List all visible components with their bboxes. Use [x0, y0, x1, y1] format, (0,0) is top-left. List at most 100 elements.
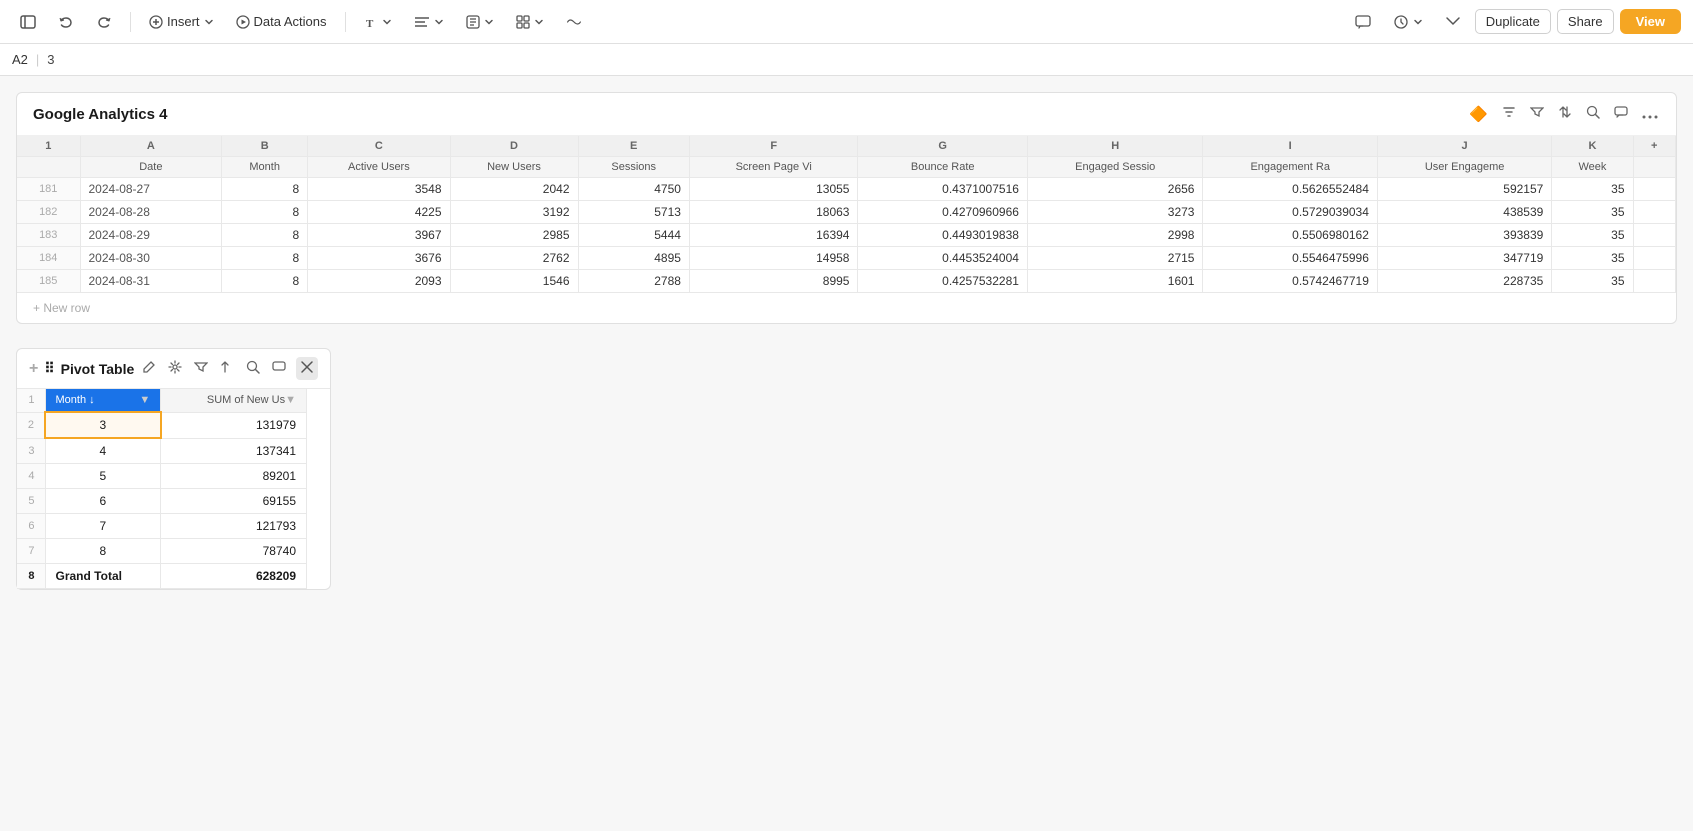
pivot-customize-icon[interactable]	[166, 358, 184, 379]
pivot-sum-cell[interactable]: 137341	[161, 438, 307, 464]
engagement-rate-cell[interactable]: 0.5742467719	[1203, 270, 1377, 293]
bounce-rate-cell[interactable]: 0.4453524004	[858, 247, 1027, 270]
sessions-cell[interactable]: 2788	[578, 270, 689, 293]
screen-page-cell[interactable]: 13055	[689, 178, 858, 201]
pivot-month-cell[interactable]: 6	[45, 489, 161, 514]
undo-button[interactable]	[50, 10, 82, 34]
sessions-cell[interactable]: 5713	[578, 201, 689, 224]
active-users-cell[interactable]: 4225	[308, 201, 450, 224]
pivot-comment-icon[interactable]	[270, 358, 288, 379]
pivot-sum-cell[interactable]: 121793	[161, 514, 307, 539]
user-engagement-cell[interactable]: 347719	[1377, 247, 1551, 270]
comment2-icon[interactable]	[1612, 103, 1630, 125]
bounce-rate-cell[interactable]: 0.4270960966	[858, 201, 1027, 224]
pivot-drag-handle[interactable]: ⠿	[44, 360, 54, 377]
format-button[interactable]	[458, 11, 502, 33]
week-cell[interactable]: 35	[1552, 178, 1633, 201]
active-users-cell[interactable]: 3548	[308, 178, 450, 201]
new-row-button[interactable]: + New row	[17, 293, 1676, 323]
font-button[interactable]: T	[356, 11, 400, 33]
comment-button[interactable]	[1347, 10, 1379, 34]
user-engagement-cell[interactable]: 438539	[1377, 201, 1551, 224]
month-cell[interactable]: 8	[222, 201, 308, 224]
more-options-icon[interactable]	[1640, 104, 1660, 125]
history-button[interactable]	[1385, 10, 1431, 34]
week-cell[interactable]: 35	[1552, 201, 1633, 224]
bounce-rate-cell[interactable]: 0.4371007516	[858, 178, 1027, 201]
week-cell[interactable]: 35	[1552, 247, 1633, 270]
pivot-sum-cell[interactable]: 78740	[161, 539, 307, 564]
date-cell[interactable]: 2024-08-29	[80, 224, 222, 247]
present-button[interactable]	[1437, 10, 1469, 34]
engaged-sessions-cell[interactable]: 2715	[1027, 247, 1203, 270]
date-cell[interactable]: 2024-08-28	[80, 201, 222, 224]
engaged-sessions-cell[interactable]: 2998	[1027, 224, 1203, 247]
pivot-col-b-dropdown[interactable]: ▼	[285, 394, 296, 406]
date-cell[interactable]: 2024-08-30	[80, 247, 222, 270]
date-cell[interactable]: 2024-08-27	[80, 178, 222, 201]
engagement-rate-cell[interactable]: 0.5506980162	[1203, 224, 1377, 247]
flame-icon[interactable]: 🔶	[1467, 103, 1490, 125]
bounce-rate-cell[interactable]: 0.4257532281	[858, 270, 1027, 293]
screen-page-cell[interactable]: 16394	[689, 224, 858, 247]
month-cell[interactable]: 8	[222, 178, 308, 201]
col-plus-header[interactable]: +	[1633, 136, 1675, 157]
insert-button[interactable]: Insert	[141, 10, 222, 33]
new-users-cell[interactable]: 2762	[450, 247, 578, 270]
engagement-rate-cell[interactable]: 0.5546475996	[1203, 247, 1377, 270]
pivot-edit-icon[interactable]	[140, 358, 158, 379]
active-users-cell[interactable]: 2093	[308, 270, 450, 293]
filter-icon[interactable]	[1528, 103, 1546, 125]
active-users-cell[interactable]: 3967	[308, 224, 450, 247]
sort-icon[interactable]	[1556, 103, 1574, 125]
user-engagement-cell[interactable]: 393839	[1377, 224, 1551, 247]
pivot-col-b-header[interactable]: SUM of New Us ▼	[161, 389, 307, 412]
week-cell[interactable]: 35	[1552, 270, 1633, 293]
customize-icon[interactable]	[1500, 103, 1518, 125]
pivot-more-icon[interactable]	[296, 357, 318, 380]
search-icon[interactable]	[1584, 103, 1602, 125]
week-cell[interactable]: 35	[1552, 224, 1633, 247]
bounce-rate-cell[interactable]: 0.4493019838	[858, 224, 1027, 247]
pivot-month-cell[interactable]: 4	[45, 438, 161, 464]
user-engagement-cell[interactable]: 592157	[1377, 178, 1551, 201]
pivot-col-a-dropdown[interactable]: ▼	[139, 394, 150, 406]
new-users-cell[interactable]: 2042	[450, 178, 578, 201]
pivot-month-cell[interactable]: 7	[45, 514, 161, 539]
pivot-sum-cell[interactable]: 131979	[161, 412, 307, 438]
sessions-cell[interactable]: 4895	[578, 247, 689, 270]
redo-button[interactable]	[88, 10, 120, 34]
active-users-cell[interactable]: 3676	[308, 247, 450, 270]
month-cell[interactable]: 8	[222, 270, 308, 293]
engaged-sessions-cell[interactable]: 1601	[1027, 270, 1203, 293]
align-button[interactable]	[406, 12, 452, 32]
engaged-sessions-cell[interactable]: 2656	[1027, 178, 1203, 201]
month-cell[interactable]: 8	[222, 224, 308, 247]
data-actions-button[interactable]: Data Actions	[228, 10, 335, 33]
engagement-rate-cell[interactable]: 0.5729039034	[1203, 201, 1377, 224]
view-button[interactable]: View	[1620, 9, 1681, 34]
pivot-month-cell[interactable]: 3	[45, 412, 161, 438]
screen-page-cell[interactable]: 8995	[689, 270, 858, 293]
screen-page-cell[interactable]: 18063	[689, 201, 858, 224]
pivot-col-a-header[interactable]: Month ↓ ▼	[45, 389, 161, 412]
extra-button[interactable]	[558, 12, 590, 32]
engagement-rate-cell[interactable]: 0.5626552484	[1203, 178, 1377, 201]
pivot-filter-icon[interactable]	[192, 358, 210, 379]
pivot-sum-cell[interactable]: 89201	[161, 464, 307, 489]
pivot-sum-cell[interactable]: 69155	[161, 489, 307, 514]
sidebar-toggle-button[interactable]	[12, 10, 44, 34]
pivot-month-cell[interactable]: 8	[45, 539, 161, 564]
screen-page-cell[interactable]: 14958	[689, 247, 858, 270]
sessions-cell[interactable]: 4750	[578, 178, 689, 201]
date-cell[interactable]: 2024-08-31	[80, 270, 222, 293]
new-users-cell[interactable]: 2985	[450, 224, 578, 247]
user-engagement-cell[interactable]: 228735	[1377, 270, 1551, 293]
new-users-cell[interactable]: 1546	[450, 270, 578, 293]
sessions-cell[interactable]: 5444	[578, 224, 689, 247]
pivot-add-btn[interactable]: +	[29, 360, 38, 378]
pivot-month-cell[interactable]: 5	[45, 464, 161, 489]
view-mode-button[interactable]	[508, 11, 552, 33]
new-users-cell[interactable]: 3192	[450, 201, 578, 224]
share-button[interactable]: Share	[1557, 9, 1614, 34]
